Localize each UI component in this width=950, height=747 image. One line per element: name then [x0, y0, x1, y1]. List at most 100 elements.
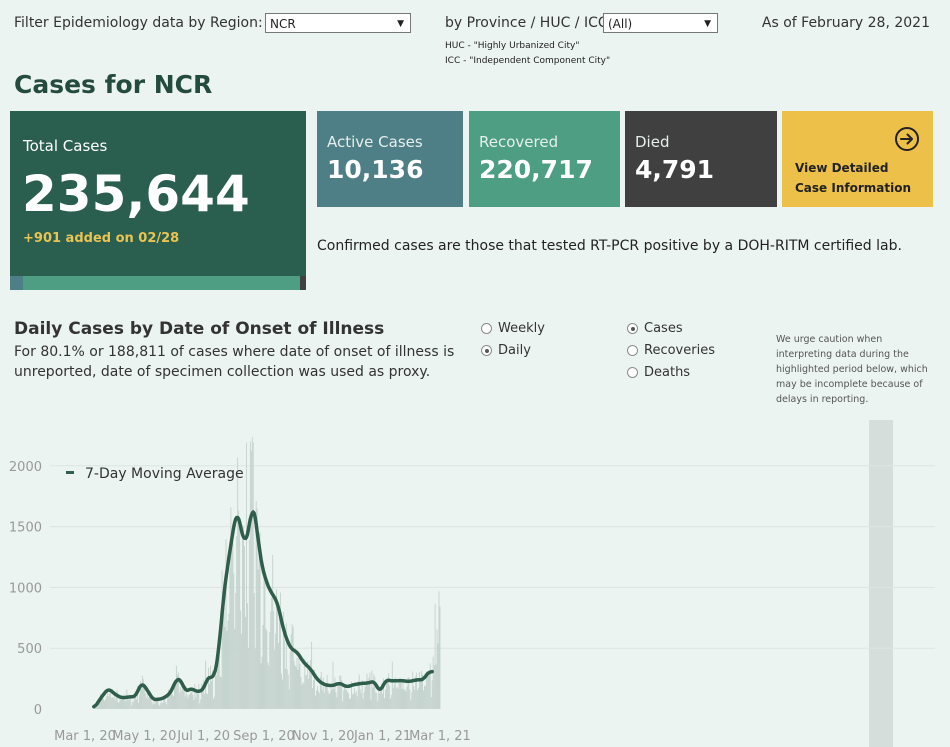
daily-bar	[250, 450, 252, 709]
daily-bar	[420, 678, 421, 709]
daily-bar	[424, 686, 426, 709]
daily-bar	[226, 630, 228, 709]
daily-bar	[258, 534, 260, 709]
province-filter-label: by Province / HUC / ICC:	[445, 15, 613, 31]
daily-bar	[189, 693, 191, 709]
daily-bar	[428, 671, 430, 709]
province-select[interactable]: (All) ▼	[603, 13, 718, 33]
radio-daily[interactable]: Daily	[481, 343, 531, 358]
radio-cases[interactable]: Cases	[627, 321, 683, 336]
daily-bar	[242, 524, 243, 709]
daily-bar	[308, 678, 310, 709]
recovered-label: Recovered	[479, 133, 559, 151]
daily-bar	[151, 702, 153, 709]
recovered-card: Recovered 220,717	[469, 111, 620, 207]
caution-note: We urge caution when interpreting data d…	[776, 332, 928, 407]
daily-bar	[403, 689, 405, 709]
radio-selected-icon	[627, 323, 638, 334]
caution-line: may be incomplete because of	[776, 379, 923, 390]
gridlines	[50, 465, 935, 649]
daily-bar	[132, 701, 134, 709]
daily-bar	[299, 663, 301, 709]
daily-bar	[254, 648, 256, 709]
daily-bar	[104, 699, 106, 709]
daily-bar	[377, 701, 379, 709]
view-detail-line1: View Detailed	[795, 161, 889, 175]
daily-bar	[227, 620, 229, 709]
region-select[interactable]: NCR ▼	[265, 13, 411, 33]
legend-label: 7-Day Moving Average	[85, 466, 244, 482]
daily-bar	[280, 673, 282, 709]
radio-weekly-label: Weekly	[498, 321, 545, 336]
active-cases-label: Active Cases	[327, 133, 423, 151]
daily-bar	[431, 680, 433, 709]
total-cases-value: 235,644	[22, 165, 250, 223]
daily-bar	[178, 692, 180, 709]
daily-bar	[193, 699, 195, 709]
daily-bar	[126, 689, 128, 709]
daily-bar	[288, 689, 290, 709]
radio-deaths[interactable]: Deaths	[627, 365, 690, 380]
daily-bar	[139, 694, 140, 709]
page-title: Cases for NCR	[14, 70, 213, 99]
daily-bar	[175, 665, 177, 709]
daily-bar	[370, 699, 372, 709]
daily-bar	[309, 669, 311, 709]
daily-bar	[268, 665, 270, 709]
daily-bar	[409, 689, 411, 709]
daily-bar	[289, 652, 291, 709]
daily-bar	[152, 704, 154, 709]
radio-weekly[interactable]: Weekly	[481, 321, 545, 336]
total-cases-label: Total Cases	[23, 137, 108, 155]
daily-bar	[410, 700, 412, 709]
daily-bar	[197, 693, 199, 709]
daily-bar	[260, 663, 262, 709]
radio-icon	[481, 323, 492, 334]
daily-bar	[207, 694, 208, 709]
view-detail-button[interactable]: View Detailed Case Information	[782, 111, 933, 207]
radio-daily-label: Daily	[498, 343, 531, 358]
daily-bar	[373, 674, 375, 709]
daily-bar	[359, 689, 361, 709]
caution-line: We urge caution when	[776, 334, 883, 345]
daily-bar	[337, 682, 339, 709]
daily-bar	[213, 696, 215, 709]
daily-bar	[393, 684, 395, 709]
daily-bar	[251, 437, 253, 709]
daily-bar	[371, 670, 373, 709]
radio-deaths-label: Deaths	[644, 365, 691, 380]
daily-bar	[228, 613, 230, 709]
legend-swatch	[66, 471, 74, 474]
daily-bar	[318, 692, 320, 709]
daily-bar	[334, 677, 336, 709]
daily-bar	[321, 689, 323, 709]
daily-bar	[99, 702, 101, 709]
caution-line: interpreting data during the	[776, 349, 909, 360]
daily-bar	[198, 683, 200, 709]
daily-bar	[185, 690, 187, 709]
daily-bar	[119, 697, 121, 709]
daily-bar	[386, 678, 388, 709]
daily-bar	[146, 693, 148, 709]
daily-bar	[401, 689, 403, 709]
daily-bar	[222, 615, 224, 709]
daily-bar	[160, 702, 162, 709]
daily-bar	[388, 685, 390, 709]
daily-bar	[237, 457, 239, 709]
daily-bar	[345, 688, 347, 709]
daily-bar	[120, 699, 122, 709]
daily-bar	[212, 698, 214, 709]
x-tick-label: Mar 1, 21	[409, 729, 471, 744]
daily-bar	[135, 695, 137, 709]
daily-bar	[342, 701, 344, 709]
daily-bar	[417, 690, 419, 709]
icc-note: ICC - "Independent Component City"	[445, 56, 611, 66]
daily-bar	[179, 687, 181, 709]
recovered-share-bar	[23, 276, 300, 290]
daily-bar	[362, 698, 364, 709]
daily-bar	[349, 698, 350, 709]
region-filter-label: Filter Epidemiology data by Region:	[14, 15, 263, 31]
radio-recoveries[interactable]: Recoveries	[627, 343, 715, 358]
daily-bar	[331, 689, 333, 709]
radio-selected-icon	[481, 345, 492, 356]
